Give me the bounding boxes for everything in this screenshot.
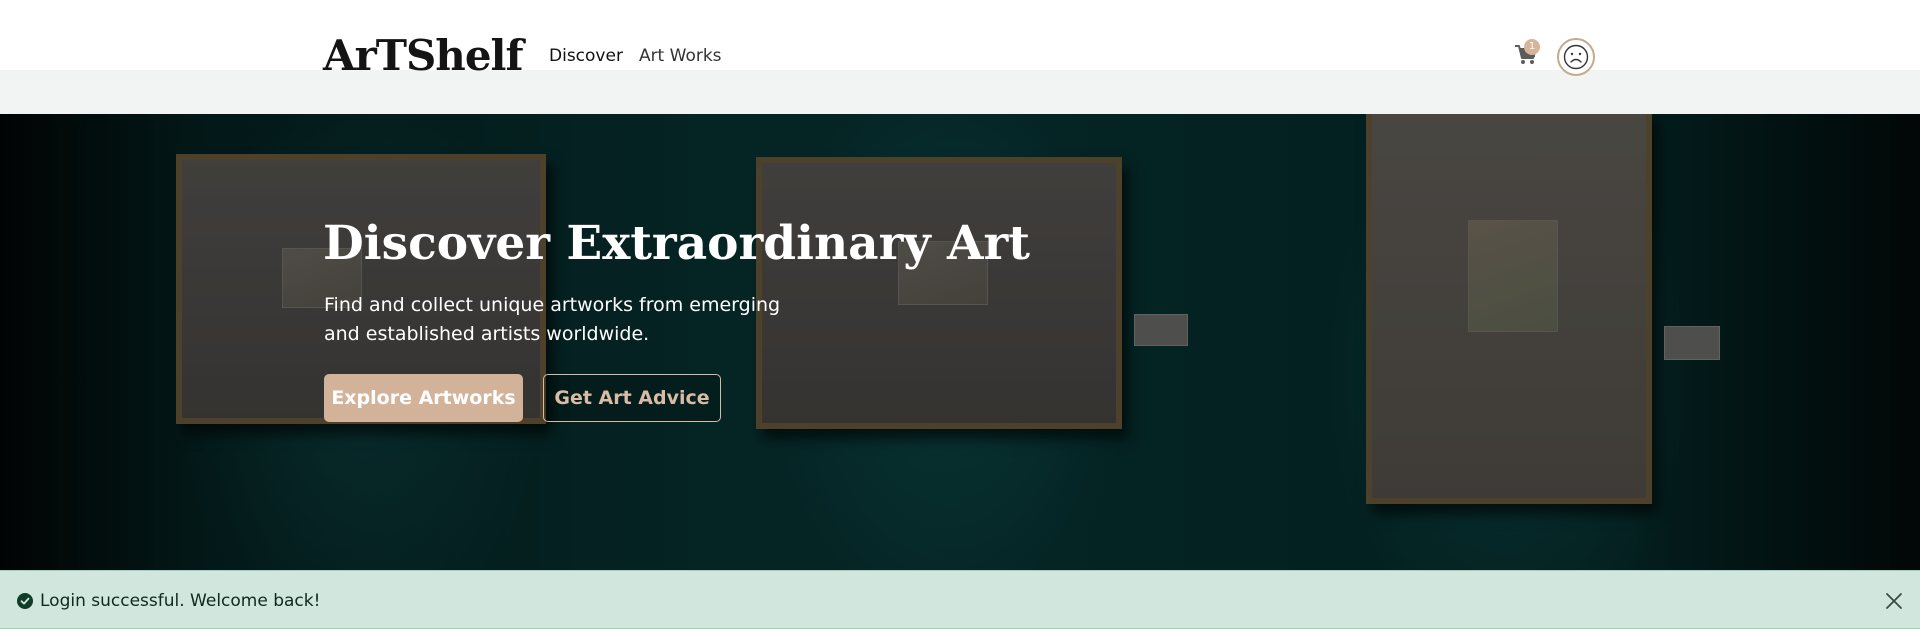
sad-face-icon [1563, 44, 1589, 70]
nav-art-works[interactable]: Art Works [639, 45, 722, 67]
hero-section: Discover Extraordinary Art Find and coll… [0, 114, 1920, 570]
brand-logo[interactable]: ArTShelf [323, 32, 524, 80]
alert-message: Login successful. Welcome back! [40, 591, 321, 611]
user-avatar-button[interactable] [1557, 38, 1595, 76]
hero-subtitle: Find and collect unique artworks from em… [324, 294, 781, 345]
nav-discover[interactable]: Discover [549, 45, 623, 67]
explore-artworks-button[interactable]: Explore Artworks [324, 374, 523, 422]
get-art-advice-button[interactable]: Get Art Advice [543, 374, 721, 422]
hero-title: Discover Extraordinary Art [323, 216, 1030, 271]
cart-count-badge: 1 [1524, 39, 1540, 55]
header-band [0, 70, 1920, 114]
close-icon[interactable] [1884, 591, 1904, 611]
site-header: ArTShelf Discover Art Works 1 [0, 0, 1920, 114]
hero-overlay [0, 114, 1920, 570]
login-success-alert: Login successful. Welcome back! [0, 570, 1920, 629]
check-circle-icon [17, 593, 33, 609]
main-nav: Discover Art Works [549, 45, 722, 67]
